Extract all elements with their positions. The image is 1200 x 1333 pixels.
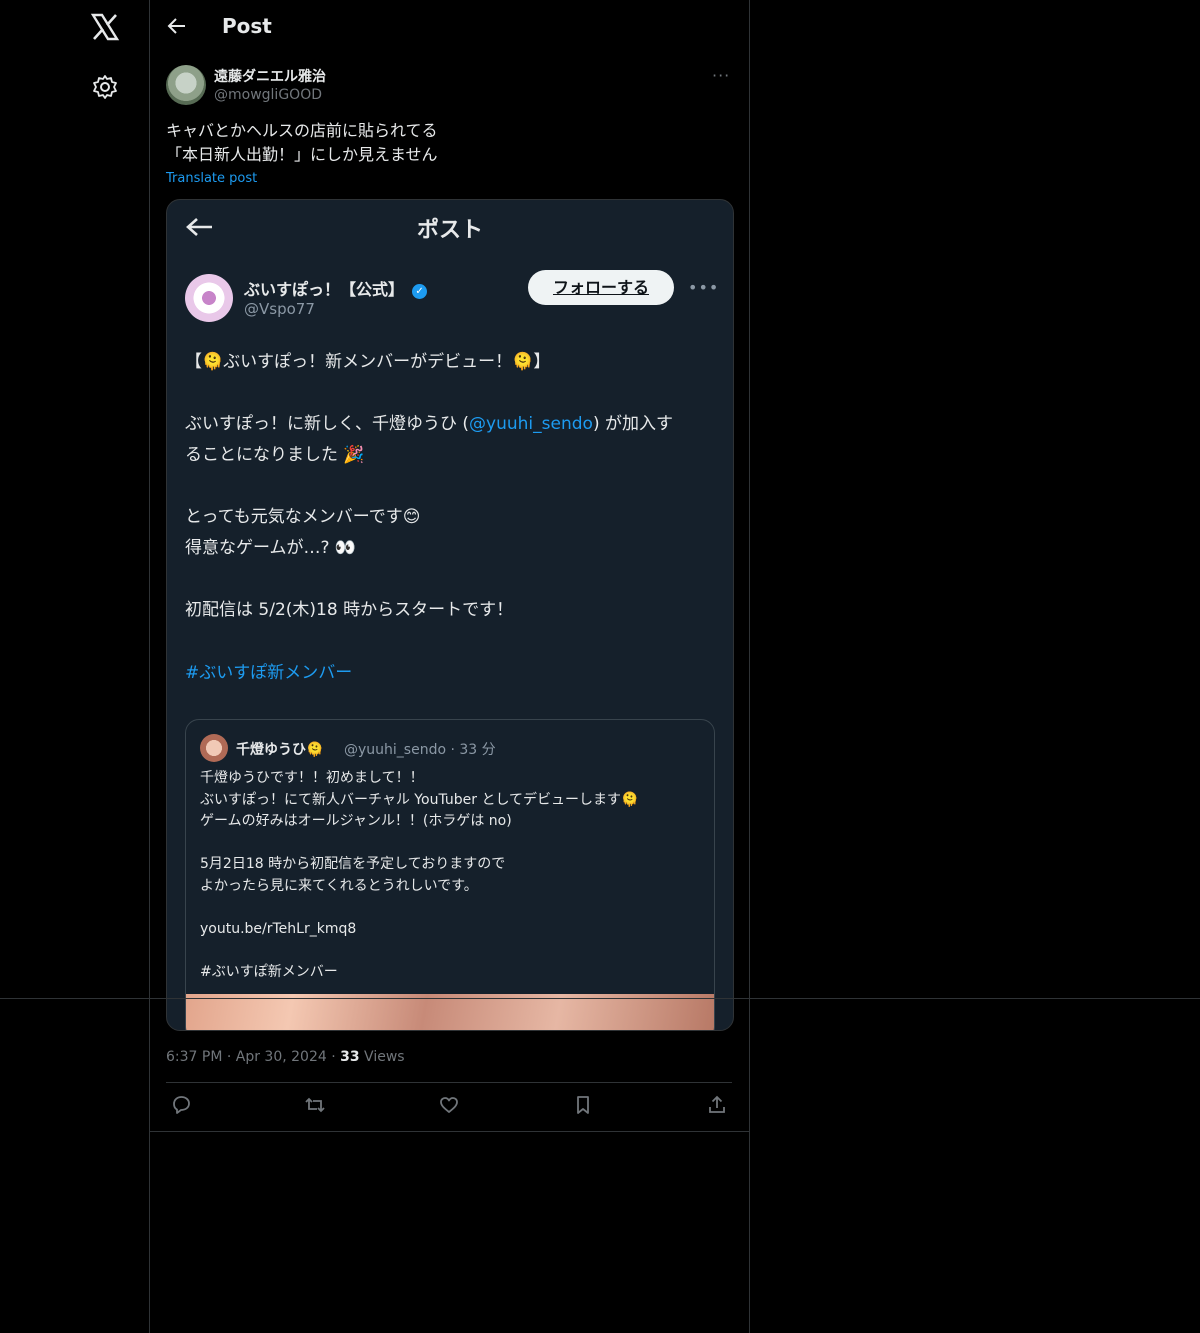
divider — [166, 1082, 732, 1083]
action-bar — [166, 1094, 732, 1120]
author-handle[interactable]: @mowgliGOOD — [214, 87, 322, 103]
translate-post-link[interactable]: Translate post — [166, 171, 257, 186]
more-options-icon[interactable]: ··· — [712, 66, 734, 85]
post-timestamp: 6:37 PM · Apr 30, 2024 · 33 Views — [166, 1049, 405, 1065]
repost-icon[interactable] — [304, 1094, 328, 1118]
divider — [150, 1131, 749, 1132]
quote-author-meta: @yuuhi_sendo · 33 分 — [344, 742, 496, 758]
embedded-avatar — [185, 274, 233, 322]
bookmark-icon[interactable] — [572, 1094, 596, 1118]
avatar[interactable] — [166, 65, 206, 105]
quote-body: 千燈ゆうひです！！初めまして！！ ぶいすぽっ！にて新人バーチャル YouTube… — [200, 770, 639, 980]
horizontal-guide-line — [0, 998, 1200, 999]
arrow-left-icon[interactable] — [166, 15, 188, 37]
share-icon[interactable] — [706, 1094, 730, 1118]
post-image[interactable]: ポスト ぶいすぽっ！【公式】 ✓ @Vspo77 フォローする ••• 【🫠ぶいす… — [166, 199, 734, 1031]
gear-icon[interactable] — [92, 74, 118, 100]
post-text: キャバとかヘルスの店前に貼られてる 「本日新人出勤！」にしか見えません — [166, 121, 438, 164]
main-column: Post 遠藤ダニエル雅治 @mowgliGOOD ··· キャバとかヘルスの店… — [149, 0, 750, 1333]
embedded-post-body: 【🫠ぶいすぽっ！新メンバーがデビュー！🫠】 ぶいすぽっ！に新しく、千燈ゆうひ (… — [185, 352, 673, 620]
reply-icon[interactable] — [170, 1094, 194, 1118]
like-icon[interactable] — [438, 1094, 462, 1118]
left-rail — [0, 0, 149, 1333]
x-logo-icon[interactable] — [90, 12, 120, 42]
quote-avatar — [200, 734, 228, 762]
embedded-follow-button: フォローする — [528, 270, 674, 305]
embedded-quote-post: 千燈ゆうひ🫠 @yuuhi_sendo · 33 分 千燈ゆうひです！！初めまし… — [185, 719, 715, 1030]
page-header: Post — [150, 0, 749, 54]
embedded-account-name: ぶいすぽっ！【公式】 ✓ — [244, 276, 428, 300]
embedded-title: ポスト — [416, 218, 483, 243]
quote-author-name: 千燈ゆうひ🫠 — [236, 742, 324, 758]
embedded-account-handle: @Vspo77 — [244, 300, 315, 318]
verified-badge-icon: ✓ — [412, 284, 428, 299]
embedded-hashtag: #ぶいすぽ新メンバー — [185, 663, 353, 683]
author-name[interactable]: 遠藤ダニエル雅治 — [214, 66, 326, 86]
quote-image — [186, 994, 714, 1030]
page-title: Post — [222, 14, 272, 38]
embedded-more-icon: ••• — [688, 278, 720, 297]
